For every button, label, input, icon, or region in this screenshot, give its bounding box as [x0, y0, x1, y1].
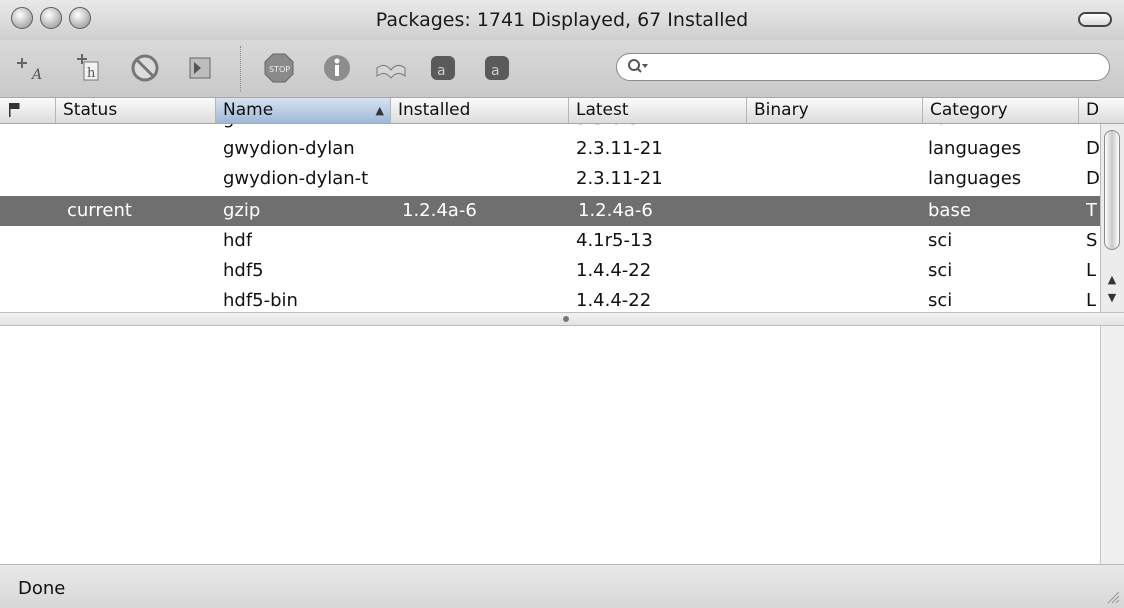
add-header-button[interactable]: h — [70, 49, 108, 87]
package-button[interactable]: a — [424, 49, 462, 87]
row-latest: 1.2.4a-6 — [578, 200, 653, 221]
row-category: sci — [928, 260, 953, 281]
info-button[interactable] — [318, 49, 356, 87]
row-category: languages — [928, 138, 1022, 159]
row-description: S — [1086, 230, 1098, 251]
toolbar-toggle-button[interactable] — [1078, 12, 1112, 27]
table-row[interactable]: gv 3.5.8-3 text A — [0, 124, 1100, 134]
status-text: Done — [18, 578, 66, 599]
header-flag-column[interactable] — [0, 98, 55, 123]
add-source-button[interactable]: A — [14, 49, 52, 87]
scroll-down-arrow-icon[interactable]: ▼ — [1101, 288, 1123, 308]
svg-text:a: a — [437, 63, 446, 79]
row-latest: 1.4.4-22 — [576, 260, 652, 281]
row-name: gv — [223, 124, 245, 134]
package-alt-button[interactable]: a — [478, 49, 516, 87]
row-description: L — [1086, 290, 1097, 311]
header-installed[interactable]: Installed — [390, 98, 568, 123]
row-latest: 4.1r5-13 — [576, 230, 653, 251]
toolbar: A h STOP a a — [0, 40, 1124, 97]
table-row[interactable]: hdf5 1.4.4-22 sci L — [0, 256, 1100, 286]
divider-handle-icon[interactable] — [563, 316, 569, 322]
package-icon: a — [431, 56, 455, 80]
book-icon — [376, 64, 406, 79]
svg-text:STOP: STOP — [269, 65, 290, 74]
scroll-up-arrow-icon[interactable]: ▲ — [1101, 270, 1123, 290]
row-name: gzip — [223, 200, 261, 221]
header-name[interactable]: Name ▲ — [215, 98, 390, 123]
row-category: sci — [928, 230, 953, 251]
flag-icon — [9, 103, 20, 117]
svg-text:a: a — [491, 63, 500, 79]
row-category: languages — [928, 168, 1022, 189]
row-latest: 2.3.11-21 — [576, 138, 663, 159]
stop-button[interactable]: STOP — [260, 49, 298, 87]
row-category: sci — [928, 290, 953, 311]
header-latest[interactable]: Latest — [568, 98, 746, 123]
split-view-divider[interactable] — [0, 312, 1124, 326]
row-name: hdf5 — [223, 260, 264, 281]
package-manager-window: Packages: 1741 Displayed, 67 Installed A… — [0, 0, 1124, 608]
docs-button[interactable] — [372, 49, 410, 87]
table-row[interactable]: gwydion-dylan-t 2.3.11-21 languages D — [0, 164, 1100, 194]
sort-ascending-icon: ▲ — [375, 104, 384, 117]
row-installed: 1.2.4a-6 — [402, 200, 477, 221]
detail-scrollbar[interactable] — [1100, 326, 1124, 564]
header-binary[interactable]: Binary — [746, 98, 922, 123]
add-header-icon: h — [77, 54, 99, 81]
table-row[interactable]: hdf5-bin 1.4.4-22 sci L — [0, 286, 1100, 312]
remove-icon — [131, 54, 159, 82]
stop-icon: STOP — [264, 53, 294, 83]
info-icon — [324, 55, 350, 81]
row-name: gwydion-dylan-t — [223, 168, 369, 189]
row-name: hdf5-bin — [223, 290, 298, 311]
add-source-icon: A — [17, 58, 42, 83]
svg-text:A: A — [30, 67, 42, 83]
row-name: gwydion-dylan — [223, 138, 355, 159]
window-title: Packages: 1741 Displayed, 67 Installed — [375, 9, 749, 31]
row-latest: 3.5.8-3 — [576, 124, 640, 134]
row-latest: 2.3.11-21 — [576, 168, 663, 189]
row-description: T — [1086, 200, 1097, 221]
header-category[interactable]: Category — [922, 98, 1078, 123]
install-button[interactable] — [182, 49, 220, 87]
package-alt-icon: a — [485, 56, 509, 80]
row-category: base — [928, 200, 971, 221]
row-name: hdf — [223, 230, 253, 251]
scrollbar-thumb[interactable] — [1104, 130, 1120, 250]
row-description: D — [1086, 168, 1100, 189]
status-bar: Done — [0, 564, 1124, 608]
table-header: Status Name ▲ Installed Latest Binary Ca… — [0, 97, 1124, 124]
row-description: L — [1086, 260, 1097, 281]
remove-button[interactable] — [126, 49, 164, 87]
toolbar-separator — [240, 46, 241, 92]
table-row[interactable]: gwydion-dylan 2.3.11-21 languages D — [0, 134, 1100, 164]
header-status[interactable]: Status — [55, 98, 215, 123]
package-detail-pane — [0, 326, 1100, 564]
search-field[interactable] — [616, 53, 1110, 81]
resize-grip-icon[interactable] — [1104, 588, 1120, 604]
title-bar: Packages: 1741 Displayed, 67 Installed — [0, 0, 1124, 40]
table-row-selected[interactable]: current gzip 1.2.4a-6 1.2.4a-6 base T — [0, 196, 1100, 226]
header-description[interactable]: D — [1078, 98, 1124, 123]
row-latest: 1.4.4-22 — [576, 290, 652, 311]
table-row[interactable]: hdf 4.1r5-13 sci S — [0, 226, 1100, 256]
row-category: text — [928, 124, 964, 134]
row-status: current — [67, 200, 132, 221]
header-name-label: Name — [223, 100, 274, 120]
row-description: A — [1086, 124, 1098, 134]
list-scrollbar[interactable]: ▲ ▼ — [1100, 124, 1124, 312]
svg-text:h: h — [87, 66, 96, 81]
search-icon — [628, 59, 648, 73]
install-icon — [189, 57, 211, 79]
package-list: gv 3.5.8-3 text A gwydion-dylan 2.3.11-2… — [0, 124, 1100, 312]
row-description: D — [1086, 138, 1100, 159]
